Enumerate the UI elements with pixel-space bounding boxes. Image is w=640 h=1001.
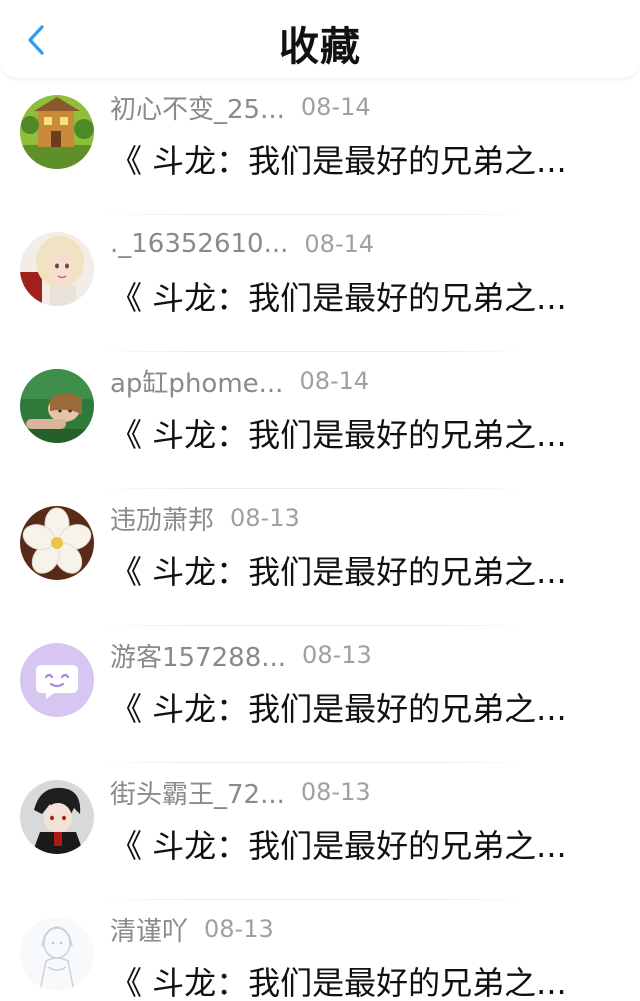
item-date: 08-13 [300,778,371,806]
item-title[interactable]: 《 斗龙：我们是最好的兄弟之... [110,547,588,593]
item-date: 08-14 [300,93,371,121]
treehouse-avatar[interactable] [20,95,94,169]
list-item[interactable]: ap缸phome... 08-14 《 斗龙：我们是最好的兄弟之... [0,352,640,489]
item-date: 08-13 [204,915,274,943]
item-title[interactable]: 《 斗龙：我们是最好的兄弟之... [110,958,588,1001]
user-name[interactable]: 清谨吖 [110,911,188,948]
list-item[interactable]: 游客157288... 08-13 《 斗龙：我们是最好的兄弟之... [0,626,640,763]
user-name[interactable]: ._16352610... [110,229,288,259]
item-title[interactable]: 《 斗龙：我们是最好的兄弟之... [110,410,588,456]
item-meta: 初心不变_25... 08-14 [110,89,371,126]
item-meta: 游客157288... 08-13 [110,637,372,674]
user-name[interactable]: ap缸phome... [110,363,283,400]
default-chat-avatar[interactable] [20,643,94,717]
user-name[interactable]: 违劢萧邦 [110,500,214,537]
white-sketch-avatar[interactable] [20,917,94,991]
anime-boy-avatar[interactable] [20,780,94,854]
user-name[interactable]: 街头霸王_72... [110,774,285,811]
item-meta: ._16352610... 08-14 [110,228,374,260]
user-name[interactable]: 初心不变_25... [110,89,285,126]
item-title[interactable]: 《 斗龙：我们是最好的兄弟之... [110,684,588,730]
list-item[interactable]: 初心不变_25... 08-14 《 斗龙：我们是最好的兄弟之... [0,78,640,215]
girl-on-grass-avatar[interactable] [20,369,94,443]
item-meta: 违劢萧邦 08-13 [110,500,300,537]
item-date: 08-13 [230,504,300,532]
top-bar: 收藏 [0,0,640,78]
white-flower-avatar[interactable] [20,506,94,580]
favorites-list: 初心不变_25... 08-14 《 斗龙：我们是最好的兄弟之... ._163… [0,78,640,1001]
item-date: 08-13 [302,641,372,669]
list-item[interactable]: 街头霸王_72... 08-13 《 斗龙：我们是最好的兄弟之... [0,763,640,900]
item-title[interactable]: 《 斗龙：我们是最好的兄弟之... [110,273,588,319]
item-date: 08-14 [304,230,375,258]
item-title[interactable]: 《 斗龙：我们是最好的兄弟之... [110,136,588,182]
item-date: 08-14 [299,367,370,395]
user-name[interactable]: 游客157288... [110,637,286,674]
item-meta: 清谨吖 08-13 [110,911,274,948]
page-title: 收藏 [279,24,361,70]
anime-girl-avatar[interactable] [20,232,94,306]
list-item[interactable]: 清谨吖 08-13 《 斗龙：我们是最好的兄弟之... [0,900,640,1001]
list-item[interactable]: 违劢萧邦 08-13 《 斗龙：我们是最好的兄弟之... [0,489,640,626]
item-meta: ap缸phome... 08-14 [110,363,370,400]
list-item[interactable]: ._16352610... 08-14 《 斗龙：我们是最好的兄弟之... [0,215,640,352]
item-title[interactable]: 《 斗龙：我们是最好的兄弟之... [110,821,588,867]
item-meta: 街头霸王_72... 08-13 [110,774,371,811]
